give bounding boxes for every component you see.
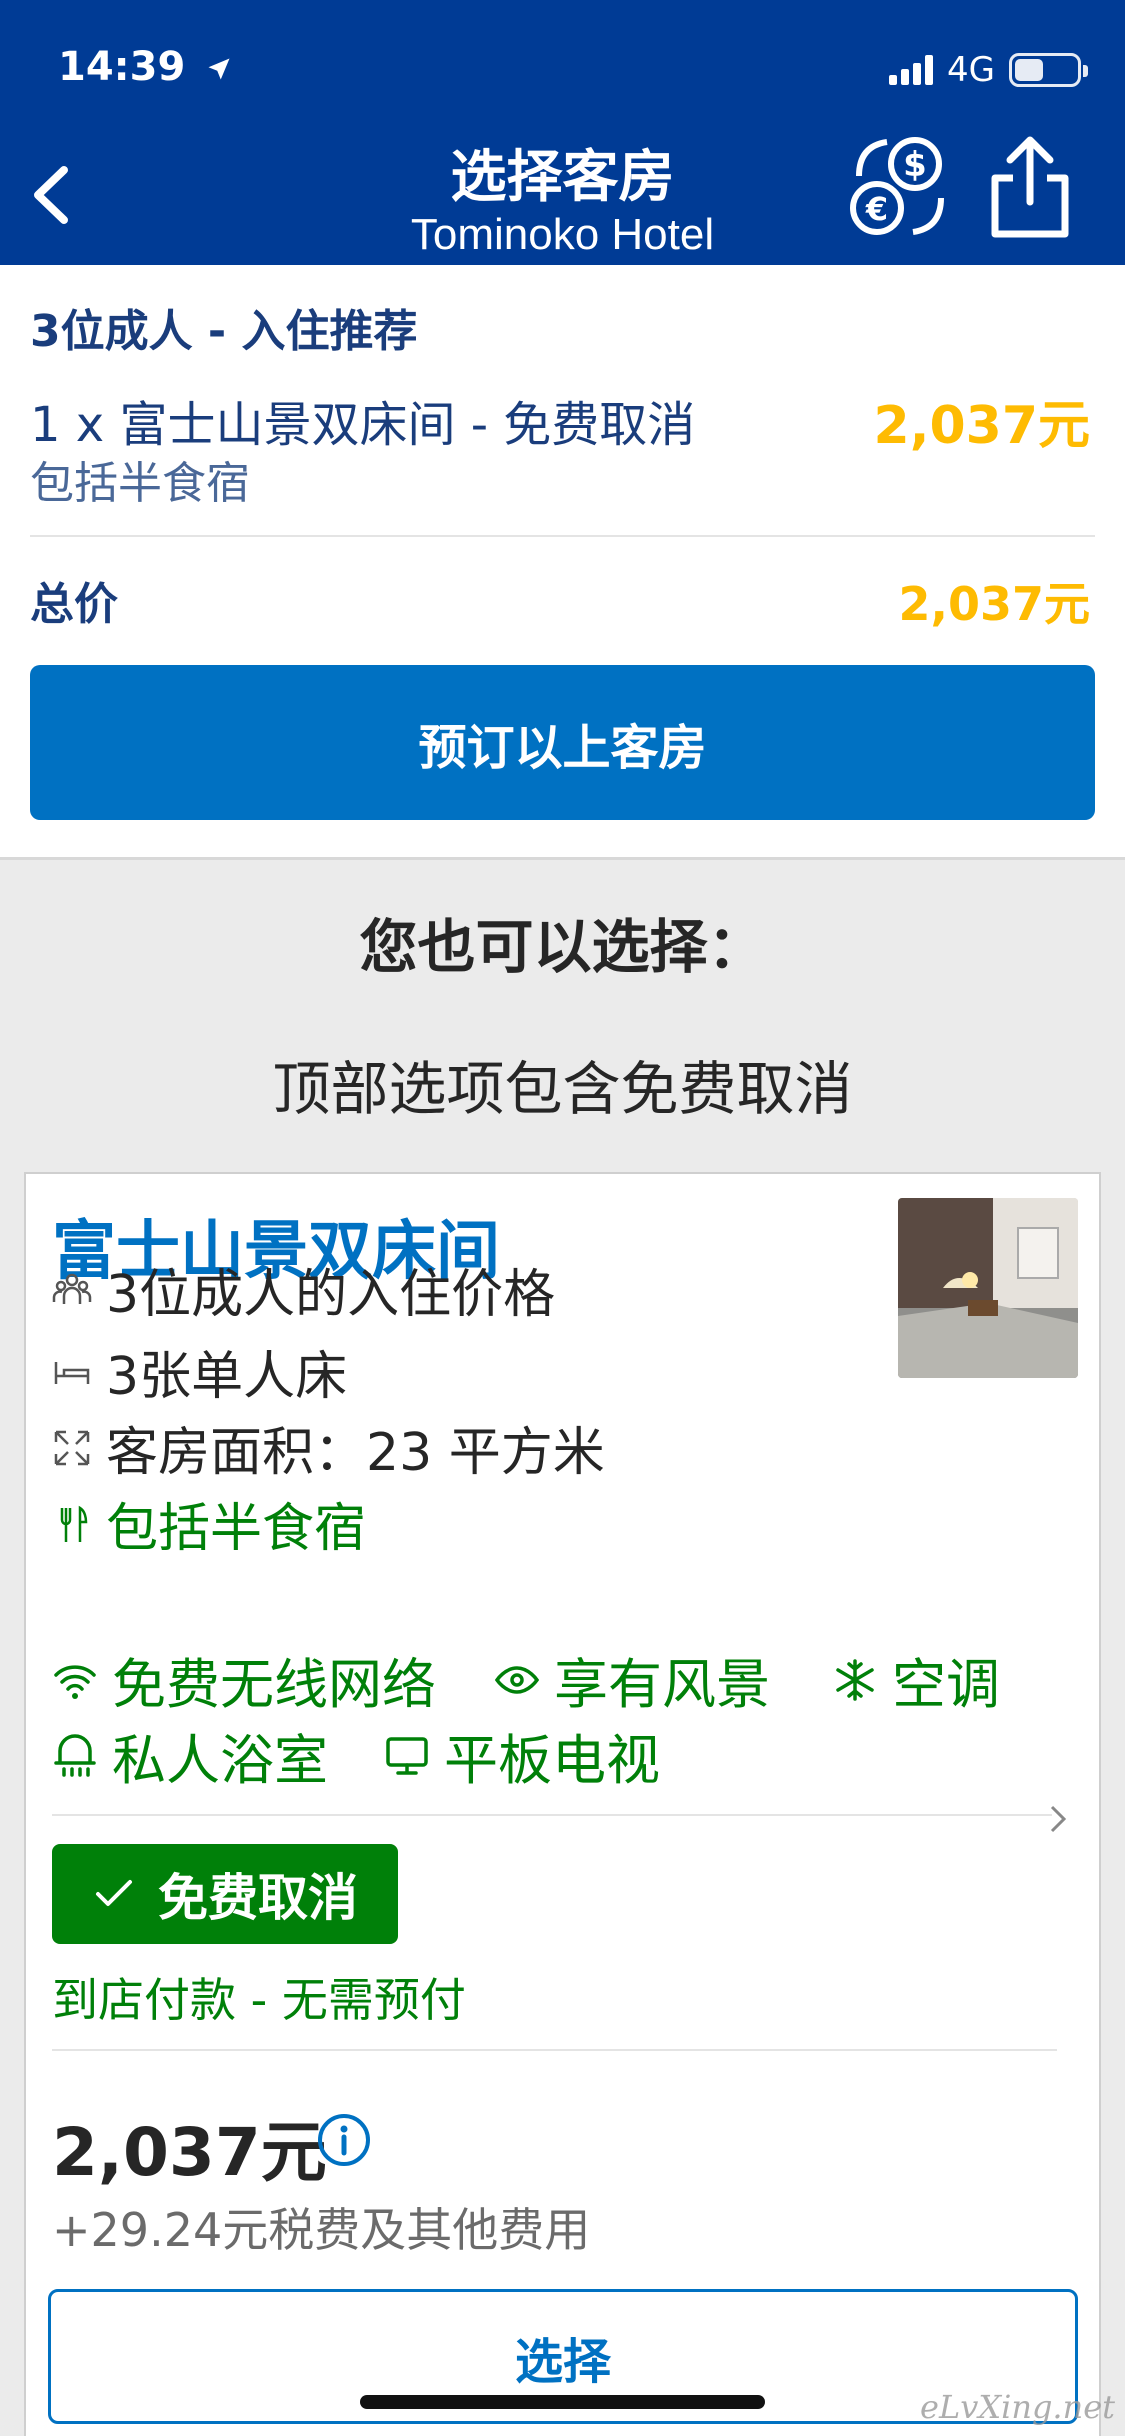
- watermark: eLvXing.net: [920, 2388, 1115, 2426]
- status-indicators: 4G: [889, 50, 1088, 90]
- payment-policy: 到店付款 - 无需预付: [52, 1973, 466, 2027]
- wifi-icon: [54, 1664, 96, 1699]
- book-rooms-button[interactable]: 预订以上客房: [30, 665, 1095, 820]
- people-icon: [52, 1273, 92, 1304]
- selected-room-price: 2,037元: [873, 396, 1090, 456]
- room-card[interactable]: 富士山景双床间 3位成人的入住价格 3张单人床 客房面积：23 平方米 包括半食…: [24, 1172, 1101, 2436]
- shower-icon: [54, 1733, 96, 1777]
- status-time: 14:39: [58, 44, 233, 90]
- amenity-item: 空调: [832, 1640, 1000, 1719]
- app-header: 14:39 4G 选择客房 Tominoko Hotel $ €: [0, 0, 1125, 265]
- recommendation-title: 3位成人 - 入住推荐: [30, 306, 418, 357]
- home-indicator[interactable]: [360, 2395, 765, 2409]
- alternatives-subtitle: 顶部选项包含免费取消: [272, 1055, 853, 1123]
- room-feature: 3位成人的入住价格: [52, 1252, 555, 1327]
- svg-text:€: €: [865, 190, 888, 228]
- hotel-name: Tominoko Hotel: [410, 210, 715, 259]
- network-label: 4G: [947, 50, 995, 90]
- total-price: 2,037元: [898, 577, 1090, 631]
- room-feature: 3张单人床: [52, 1334, 347, 1409]
- tv-icon: [386, 1736, 428, 1775]
- eye-icon: [494, 1665, 540, 1694]
- share-icon[interactable]: [985, 132, 1075, 242]
- battery-icon: [1009, 53, 1088, 87]
- meal-plan-text: 包括半食宿: [30, 458, 250, 509]
- bed-icon: [54, 1361, 90, 1384]
- snowflake-icon: [836, 1658, 874, 1701]
- alternatives-title: 您也可以选择：: [359, 913, 766, 981]
- currency-exchange-icon[interactable]: $ €: [845, 132, 955, 242]
- room-feature: 客房面积：23 平方米: [52, 1410, 605, 1485]
- amenity-item: 享有风景: [494, 1640, 770, 1719]
- signal-icon: [889, 55, 934, 85]
- room-price: 2,037元: [52, 2114, 327, 2191]
- selected-room-line: 1 x 富士山景双床间 - 免费取消: [30, 397, 696, 453]
- amenity-item: 平板电视: [384, 1716, 660, 1795]
- divider: [52, 2049, 1057, 2051]
- page-title: 选择客房: [450, 145, 675, 210]
- check-icon: [96, 1880, 132, 1906]
- info-icon[interactable]: [316, 2112, 372, 2168]
- fork-knife-icon: [60, 1505, 88, 1542]
- room-photo[interactable]: [898, 1198, 1078, 1378]
- amenity-item: 私人浴室: [52, 1716, 328, 1795]
- free-cancellation-badge: 免费取消: [52, 1844, 398, 1944]
- divider: [52, 1814, 1052, 1816]
- expand-icon: [54, 1430, 90, 1465]
- divider: [30, 535, 1095, 537]
- location-arrow-icon: [208, 58, 230, 80]
- svg-text:$: $: [903, 145, 927, 185]
- total-label: 总价: [30, 579, 118, 630]
- room-feature: 包括半食宿: [52, 1486, 366, 1561]
- tax-fee-text: +29.24元税费及其他费用: [52, 2203, 591, 2257]
- booking-summary: 3位成人 - 入住推荐 1 x 富士山景双床间 - 免费取消 2,037元 包括…: [0, 265, 1125, 860]
- chevron-right-icon[interactable]: [1044, 1799, 1074, 1839]
- amenity-item: 免费无线网络: [52, 1640, 436, 1719]
